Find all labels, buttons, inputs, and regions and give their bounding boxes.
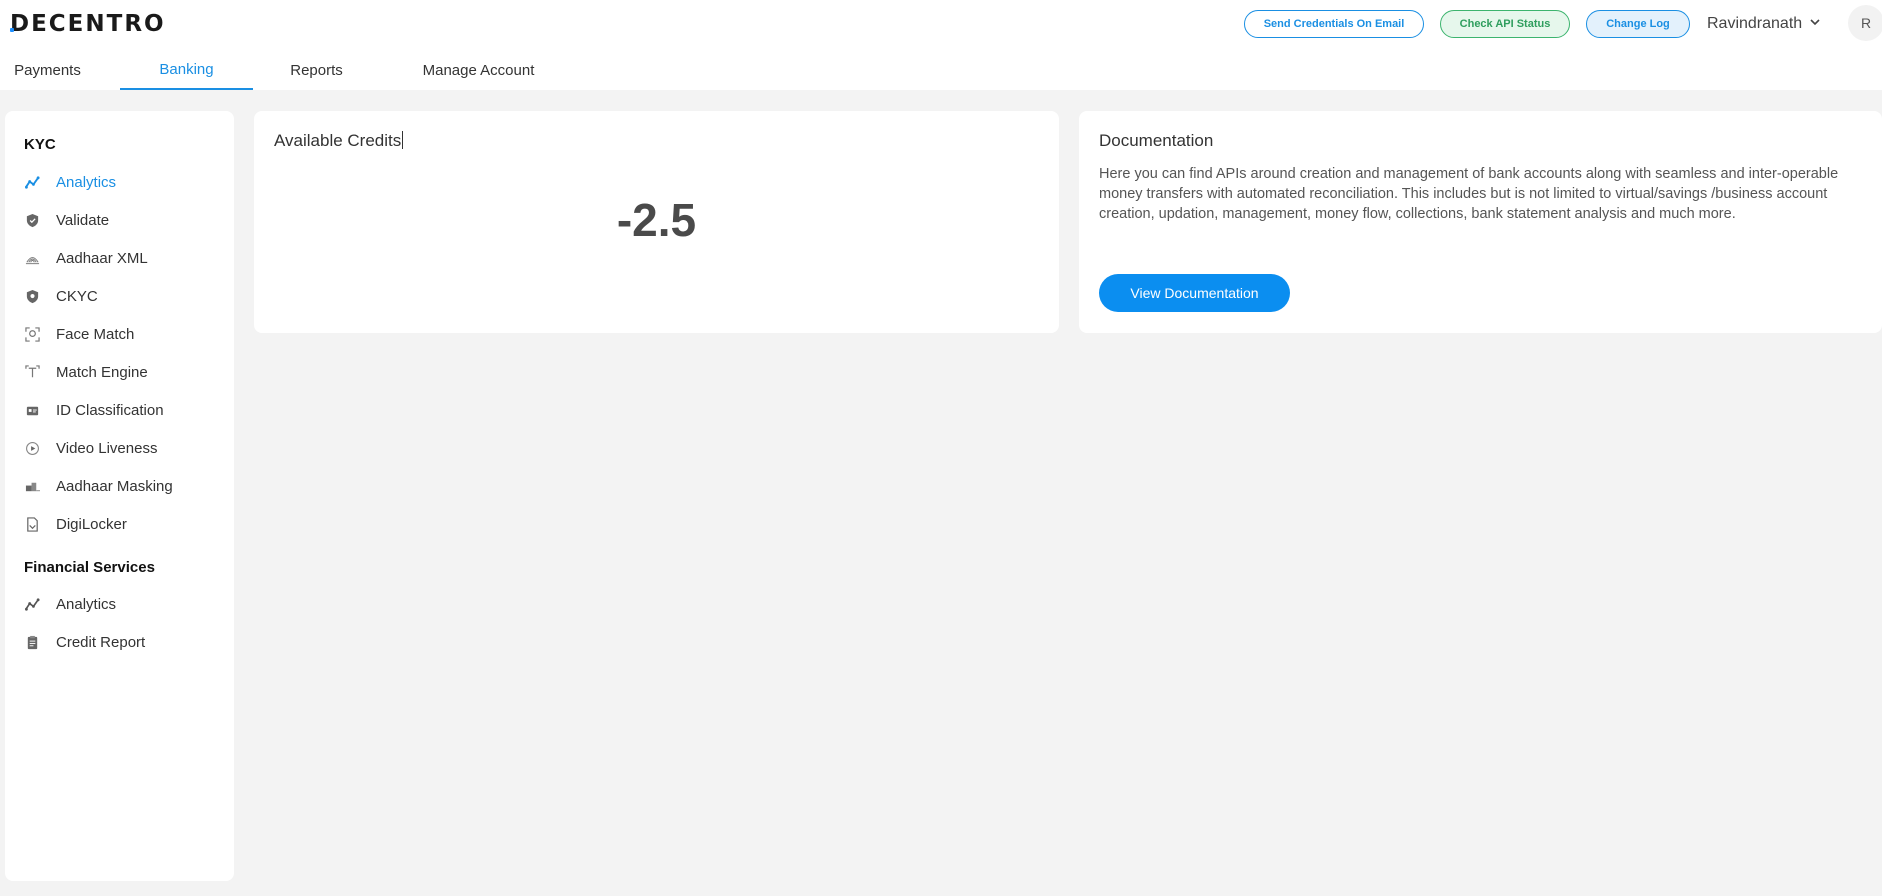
avatar[interactable]: R [1848, 5, 1882, 41]
sidebar-item-validate[interactable]: Validate [24, 207, 224, 233]
sidebar-item-label: Credit Report [56, 633, 146, 651]
sidebar-item-id-classification[interactable]: ID Classification [24, 397, 224, 423]
sidebar-item-label: Analytics [56, 595, 117, 613]
sidebar-item-label: DigiLocker [56, 515, 127, 533]
text-caret [402, 131, 404, 149]
face-scan-icon [24, 326, 40, 342]
sidebar-item-label: CKYC [56, 287, 98, 305]
document-icon [24, 516, 40, 532]
tab-manage-account[interactable]: Manage Account [415, 50, 542, 90]
sidebar-item-label: Aadhaar XML [56, 249, 148, 267]
sidebar-item-aadhaar-xml[interactable]: Aadhaar XML [24, 245, 224, 271]
shield-icon [24, 288, 40, 304]
sidebar-item-match-engine[interactable]: Match Engine [24, 359, 224, 385]
available-credits-card: Available Credits -2.5 [254, 111, 1059, 333]
tab-banking[interactable]: Banking [120, 50, 253, 90]
tab-payments[interactable]: Payments [10, 50, 85, 90]
report-icon [24, 634, 40, 650]
tab-reports[interactable]: Reports [285, 50, 348, 90]
sidebar-item-ckyc[interactable]: CKYC [24, 283, 224, 309]
sidebar: KYC Analytics Validate Aadhaar XML CKYC … [5, 111, 234, 881]
analytics-icon [24, 174, 40, 190]
main-tabs: Payments Banking Reports Manage Account [0, 50, 600, 90]
check-api-status-button[interactable]: Check API Status [1440, 10, 1570, 38]
sidebar-item-kyc-analytics[interactable]: Analytics [24, 169, 224, 195]
sidebar-item-label: Video Liveness [56, 439, 158, 457]
sidebar-item-label: Validate [56, 211, 110, 229]
aadhaar-icon [24, 250, 40, 266]
sidebar-item-face-match[interactable]: Face Match [24, 321, 224, 347]
analytics-icon [24, 596, 40, 612]
credits-value: -2.5 [616, 194, 697, 246]
sidebar-item-label: Analytics [56, 173, 117, 191]
sidebar-item-aadhaar-masking[interactable]: Aadhaar Masking [24, 473, 224, 499]
view-documentation-button[interactable]: View Documentation [1099, 274, 1290, 312]
send-credentials-button[interactable]: Send Credentials On Email [1244, 10, 1424, 38]
sidebar-item-video-liveness[interactable]: Video Liveness [24, 435, 224, 461]
documentation-title: Documentation [1099, 131, 1214, 150]
sidebar-item-label: Face Match [56, 325, 135, 343]
masking-icon [24, 478, 40, 494]
text-match-icon [24, 364, 40, 380]
brand-logo[interactable]: DECENTRO [10, 11, 166, 37]
sidebar-item-credit-report[interactable]: Credit Report [24, 629, 224, 655]
video-play-icon [24, 440, 40, 456]
chevron-down-icon [1808, 15, 1822, 34]
user-name: Ravindranath [1707, 15, 1803, 32]
sidebar-item-label: ID Classification [56, 401, 164, 419]
sidebar-item-digilocker[interactable]: DigiLocker [24, 511, 224, 537]
user-menu[interactable]: Ravindranath [1707, 13, 1822, 35]
change-log-button[interactable]: Change Log [1586, 10, 1690, 38]
section-title-financial-services: Financial Services [24, 559, 155, 576]
shield-icon [24, 212, 40, 228]
id-card-icon [24, 402, 40, 418]
documentation-card: Documentation Here you can find APIs aro… [1079, 111, 1882, 333]
section-title-kyc: KYC [24, 136, 56, 153]
sidebar-item-label: Aadhaar Masking [56, 477, 173, 495]
top-bar: DECENTRO Send Credentials On Email Check… [0, 0, 1882, 90]
sidebar-item-label: Match Engine [56, 363, 148, 381]
documentation-body: Here you can find APIs around creation a… [1099, 166, 1839, 222]
sidebar-item-fs-analytics[interactable]: Analytics [24, 591, 224, 617]
credits-title: Available Credits [274, 131, 404, 150]
logo-accent-dot [10, 28, 14, 32]
